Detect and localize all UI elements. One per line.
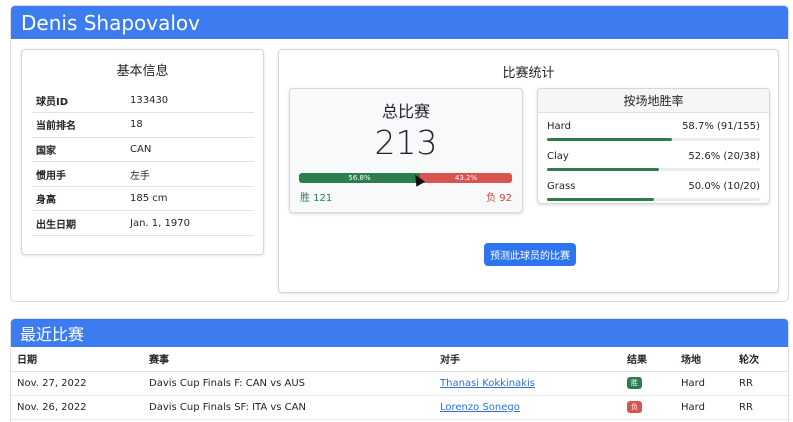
match-round: RR	[733, 395, 788, 420]
info-row: 国家 CAN	[32, 137, 254, 163]
result-badge: 胜	[627, 377, 642, 389]
match-result-cell: 胜	[621, 371, 675, 396]
player-name-header: Denis Shapovalov	[11, 6, 788, 39]
info-label: 惯用手	[32, 161, 130, 187]
match-result-cell: 负	[621, 395, 675, 420]
surface-name: Clay	[547, 151, 569, 162]
info-label: 当前排名	[32, 112, 130, 138]
recent-matches-header: 最近比赛	[11, 319, 788, 347]
info-row: 出生日期 Jan. 1, 1970	[32, 210, 254, 237]
surface-progress-track	[547, 198, 760, 201]
recent-matches-card: 最近比赛 日期 赛事 对手 结果 场地 轮次 Nov. 27, 2022 Dav…	[10, 318, 789, 422]
surface-name: Grass	[547, 181, 576, 192]
surface-winrate: 58.7% (91/155)	[682, 121, 760, 132]
surface-name: Hard	[547, 121, 571, 132]
surface-progress-track	[547, 168, 760, 171]
table-row: Nov. 26, 2022 Davis Cup Finals SF: ITA v…	[11, 395, 788, 420]
match-round: RR	[733, 371, 788, 396]
basic-info-title: 基本信息	[116, 64, 169, 79]
table-row: Nov. 27, 2022 Davis Cup Finals F: CAN vs…	[11, 371, 788, 396]
match-opponent-cell: Thanasi Kokkinakis	[434, 371, 621, 396]
info-row: 球员ID 133430	[32, 88, 254, 114]
surface-row-clay: Clay 52.6% (20/38)	[547, 151, 760, 177]
info-row: 身高 185 cm	[32, 186, 254, 212]
match-event: Davis Cup Finals SF: ITA vs CAN	[143, 395, 434, 420]
info-label: 球员ID	[32, 88, 130, 114]
match-date: Nov. 26, 2022	[11, 395, 143, 420]
column-header-result: 结果	[621, 347, 675, 372]
recent-matches-title: 最近比赛	[20, 325, 85, 344]
info-value: 左手	[130, 161, 254, 187]
surface-winrate-title: 按场地胜率	[538, 89, 769, 113]
basic-info-card: 基本信息 球员ID 133430 当前排名 18 国家 CAN 惯用手 左手 身高 185…	[21, 49, 264, 255]
predict-matches-button[interactable]: 预测此球员的比赛	[484, 243, 576, 266]
info-label: 国家	[32, 137, 130, 163]
column-header-round: 轮次	[733, 347, 788, 372]
info-label: 身高	[32, 186, 130, 212]
total-matches-title: 总比赛	[381, 102, 430, 121]
total-matches-card: 总比赛 213 56.8% 43.2% 胜 121 负 92	[289, 88, 523, 213]
result-badge: 负	[627, 401, 642, 413]
opponent-link[interactable]: Thanasi Kokkinakis	[440, 378, 535, 389]
surface-progress-fill	[547, 138, 673, 141]
info-value: 133430	[130, 88, 254, 114]
surface-progress-fill	[547, 198, 654, 201]
losses-label: 负 92	[486, 193, 512, 204]
info-value: 185 cm	[130, 186, 254, 212]
info-value: CAN	[130, 137, 254, 163]
match-stats-card: 比赛统计 总比赛 213 56.8% 43.2% 胜 121 负 92 按场地胜…	[278, 49, 779, 293]
match-surface: Hard	[675, 371, 733, 396]
info-row: 当前排名 18	[32, 112, 254, 138]
match-opponent-cell: Lorenzo Sonego	[434, 395, 621, 420]
column-header-event: 赛事	[143, 347, 434, 372]
total-matches-count: 213	[374, 123, 438, 162]
match-date: Nov. 27, 2022	[11, 371, 143, 396]
table-header-row: 日期 赛事 对手 结果 场地 轮次	[11, 347, 788, 372]
surface-row-hard: Hard 58.7% (91/155)	[547, 121, 760, 147]
surface-winrate-card: 按场地胜率 Hard 58.7% (91/155) Clay 52.6% (20…	[537, 88, 770, 204]
opponent-link[interactable]: Lorenzo Sonego	[440, 402, 520, 413]
match-surface: Hard	[675, 395, 733, 420]
wins-label: 胜 121	[300, 193, 333, 204]
basic-info-table: 球员ID 133430 当前排名 18 国家 CAN 惯用手 左手 身高 185 cm 出…	[32, 88, 254, 237]
surface-progress-fill	[547, 168, 660, 171]
column-header-opponent: 对手	[434, 347, 621, 372]
match-event: Davis Cup Finals F: CAN vs AUS	[143, 371, 434, 396]
player-name: Denis Shapovalov	[21, 10, 200, 35]
column-header-surface: 场地	[675, 347, 733, 372]
match-stats-title: 比赛统计	[502, 66, 555, 81]
surface-progress-track	[547, 138, 760, 141]
surface-winrate: 50.0% (10/20)	[688, 181, 760, 192]
win-loss-bar: 56.8% 43.2%	[299, 173, 512, 183]
win-bar-segment: 56.8%	[299, 173, 420, 183]
loss-bar-segment: 43.2%	[419, 173, 512, 183]
surface-winrate: 52.6% (20/38)	[688, 151, 760, 162]
info-value: Jan. 1, 1970	[130, 210, 254, 237]
column-header-date: 日期	[11, 347, 143, 372]
info-label: 出生日期	[32, 210, 130, 237]
info-row: 惯用手 左手	[32, 161, 254, 187]
info-value: 18	[130, 112, 254, 138]
recent-matches-table: 日期 赛事 对手 结果 场地 轮次 Nov. 27, 2022 Davis Cu…	[11, 347, 788, 420]
player-card: Denis Shapovalov 基本信息 球员ID 133430 当前排名 18 …	[10, 5, 789, 302]
surface-row-grass: Grass 50.0% (10/20)	[547, 181, 760, 203]
